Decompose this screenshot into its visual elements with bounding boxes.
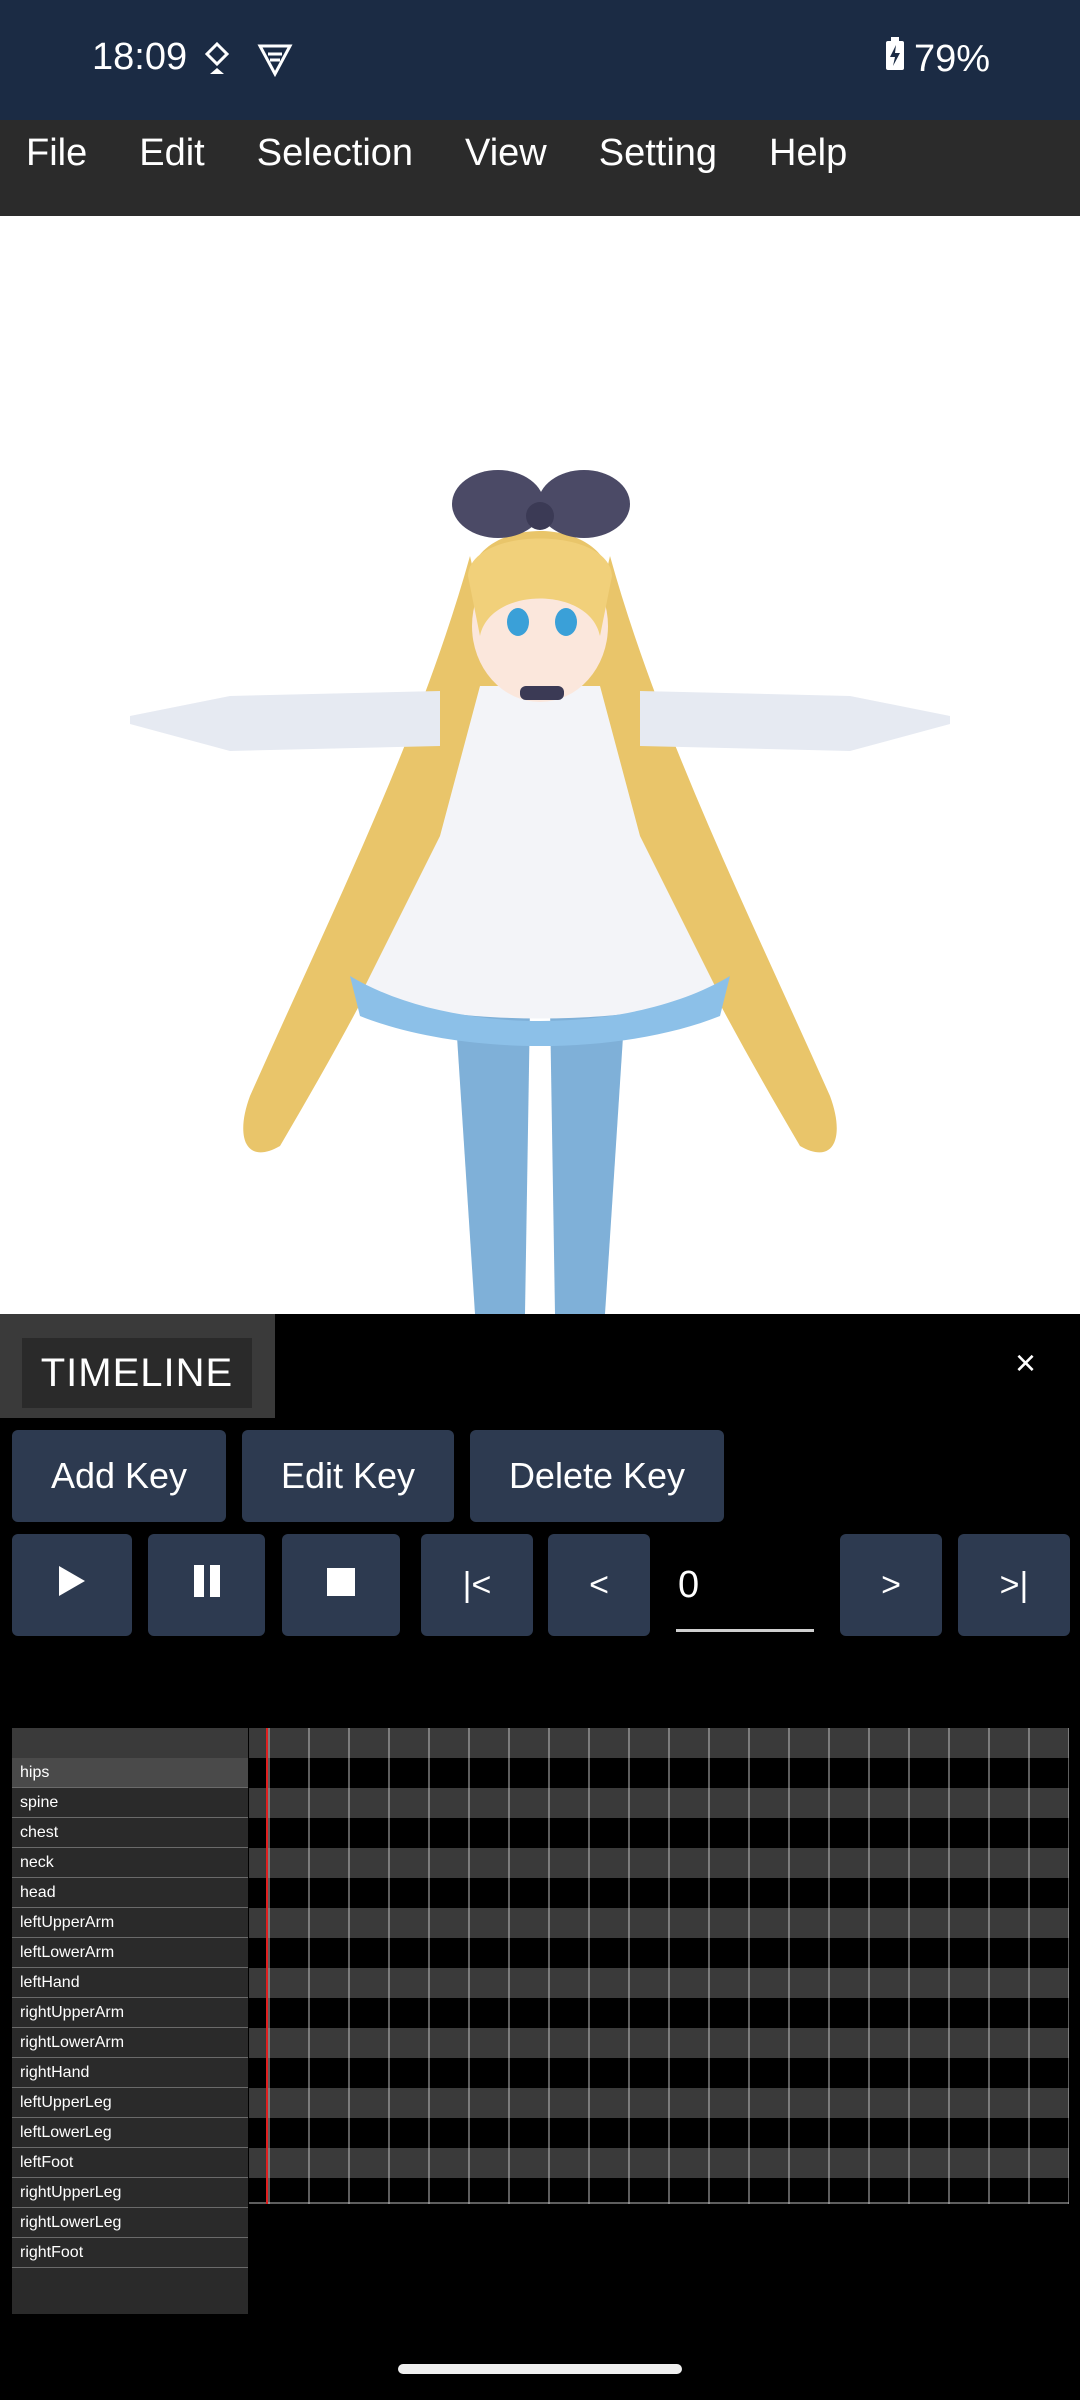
bone-item-leftLowerLeg[interactable]: leftLowerLeg — [12, 2118, 248, 2148]
status-time: 18:09 — [92, 36, 188, 78]
bone-item-rightUpperArm[interactable]: rightUpperArm — [12, 1998, 248, 2028]
play-icon — [57, 1564, 87, 1607]
add-key-button[interactable]: Add Key — [12, 1430, 226, 1522]
menu-edit[interactable]: Edit — [113, 120, 230, 178]
bone-item-leftFoot[interactable]: leftFoot — [12, 2148, 248, 2178]
bone-item-leftLowerArm[interactable]: leftLowerArm — [12, 1938, 248, 1968]
stop-icon — [327, 1566, 355, 1605]
edit-key-button[interactable]: Edit Key — [242, 1430, 454, 1522]
battery-percent: 79% — [913, 37, 990, 80]
keyframe-grid[interactable] — [249, 1728, 1069, 2204]
grid-row — [249, 1788, 1069, 1818]
avatar-model — [130, 470, 950, 1314]
pause-button[interactable] — [148, 1534, 265, 1636]
bone-item-chest[interactable]: chest — [12, 1818, 248, 1848]
model-viewport[interactable] — [0, 216, 1080, 1314]
menu-view[interactable]: View — [439, 120, 573, 178]
grid-row — [249, 1728, 1069, 1758]
bone-item-rightFoot[interactable]: rightFoot — [12, 2238, 248, 2268]
bone-item-leftUpperLeg[interactable]: leftUpperLeg — [12, 2088, 248, 2118]
menu-bar: File Edit Selection View Setting Help — [0, 120, 1080, 216]
vpn-shield-icon — [256, 42, 294, 83]
grid-row — [249, 1998, 1069, 2028]
bone-item-leftHand[interactable]: leftHand — [12, 1968, 248, 1998]
pause-icon — [192, 1564, 222, 1606]
close-timeline-button[interactable]: × — [1015, 1342, 1036, 1384]
grid-row — [249, 2118, 1069, 2148]
grid-row — [249, 1878, 1069, 1908]
timeline-title: TIMELINE — [22, 1338, 252, 1408]
bone-item-spine[interactable]: spine — [12, 1788, 248, 1818]
delete-key-button[interactable]: Delete Key — [470, 1430, 724, 1522]
grid-row — [249, 1848, 1069, 1878]
grid-row — [249, 1818, 1069, 1848]
menu-setting[interactable]: Setting — [573, 120, 743, 178]
bone-item-neck[interactable]: neck — [12, 1848, 248, 1878]
play-button[interactable] — [12, 1534, 132, 1636]
bone-item-head[interactable]: head — [12, 1878, 248, 1908]
bone-item-rightLowerArm[interactable]: rightLowerArm — [12, 2028, 248, 2058]
bone-item-rightHand[interactable]: rightHand — [12, 2058, 248, 2088]
stop-button[interactable] — [282, 1534, 400, 1636]
prev-frame-button[interactable]: < — [548, 1534, 650, 1636]
grid-row — [249, 1758, 1069, 1788]
home-gesture-bar[interactable] — [398, 2364, 682, 2374]
bone-list: hips spine chest neck head leftUpperArm leftLo… — [12, 1728, 248, 2314]
grid-row — [249, 2028, 1069, 2058]
location-icon — [204, 41, 230, 81]
battery-charging-icon — [884, 36, 906, 82]
grid-row — [249, 2088, 1069, 2118]
bone-item-leftUpperArm[interactable]: leftUpperArm — [12, 1908, 248, 1938]
grid-row — [249, 1938, 1069, 1968]
battery-indicator: 79% — [884, 36, 990, 82]
last-frame-button[interactable]: >| — [958, 1534, 1070, 1636]
menu-file[interactable]: File — [0, 120, 113, 178]
bone-item-hips[interactable]: hips — [12, 1758, 248, 1788]
menu-selection[interactable]: Selection — [231, 120, 439, 178]
status-bar: 18:09 79% — [0, 0, 1080, 120]
grid-row — [249, 1968, 1069, 1998]
bone-item-rightLowerLeg[interactable]: rightLowerLeg — [12, 2208, 248, 2238]
timeline-tab[interactable]: TIMELINE — [0, 1314, 275, 1418]
grid-row — [249, 2148, 1069, 2178]
grid-row — [249, 1908, 1069, 1938]
first-frame-button[interactable]: |< — [421, 1534, 533, 1636]
grid-row — [249, 2058, 1069, 2088]
bone-item-rightUpperLeg[interactable]: rightUpperLeg — [12, 2178, 248, 2208]
bone-list-header — [12, 1728, 248, 1758]
next-frame-button[interactable]: > — [840, 1534, 942, 1636]
menu-help[interactable]: Help — [743, 120, 873, 178]
frame-input[interactable]: 0 — [676, 1552, 814, 1632]
